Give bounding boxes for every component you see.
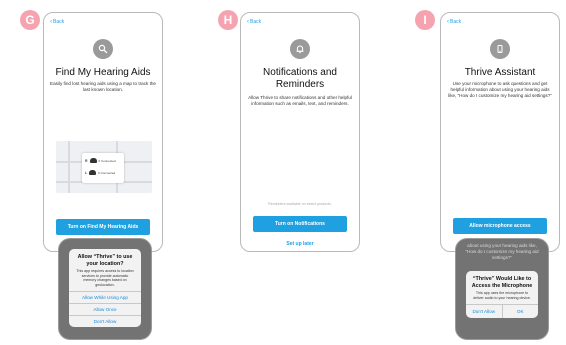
- step-badge: G: [20, 10, 40, 30]
- map-device-card: R 0 Connected L 0 Connected: [82, 153, 124, 183]
- back-label: Back: [53, 19, 65, 25]
- availability-note: Reminders available on select products.: [268, 202, 332, 206]
- microphone-permission-zoom: about using your hearing aids like, “How…: [455, 238, 549, 340]
- back-label: Back: [250, 19, 262, 25]
- device-status: 0 Connected: [98, 158, 116, 163]
- allow-once-button[interactable]: Allow Once: [69, 303, 141, 315]
- phone-frame: ‹ Back Notifications and Reminders Allow…: [240, 12, 360, 252]
- page-description: Use your microphone to ask questions and…: [448, 81, 552, 98]
- hearing-aid-icon: [89, 170, 97, 175]
- dialog-body: This app requires access to location ser…: [76, 269, 134, 287]
- turn-on-notifications-button[interactable]: Turn on Notifications: [253, 216, 347, 232]
- dont-allow-button[interactable]: Don't Allow: [69, 315, 141, 327]
- ok-button[interactable]: OK: [501, 305, 539, 319]
- dialog-body: This app uses the microphone to deliver …: [473, 291, 531, 300]
- chevron-left-icon: ‹: [50, 18, 52, 25]
- device-side: R: [85, 158, 88, 163]
- page-title: Find My Hearing Aids: [55, 67, 151, 78]
- step-badge: I: [415, 10, 435, 30]
- allow-while-using-button[interactable]: Allow While Using App: [69, 291, 141, 303]
- back-button[interactable]: ‹ Back: [247, 18, 262, 26]
- phone-icon: [490, 39, 510, 59]
- microphone-permission-dialog: “Thrive” Would Like to Access the Microp…: [466, 271, 539, 319]
- back-button[interactable]: ‹ Back: [50, 18, 65, 26]
- location-permission-dialog: Allow “Thrive” to use your location? Thi…: [69, 249, 141, 328]
- step-badge: H: [218, 10, 238, 30]
- page-description: Easily find lost hearing aids using a ma…: [50, 81, 156, 92]
- dialog-actions: Don't Allow OK: [466, 304, 539, 319]
- page-title: Notifications and Reminders: [263, 67, 337, 90]
- device-side: L: [85, 170, 88, 175]
- back-label: Back: [450, 19, 462, 25]
- dialog-title: Allow “Thrive” to use your location?: [77, 254, 133, 267]
- device-status: 0 Connected: [98, 170, 116, 175]
- page-description: Allow Thrive to share notifications and …: [248, 95, 352, 106]
- dialog-title: “Thrive” Would Like to Access the Microp…: [471, 276, 533, 289]
- list-item: L 0 Connected: [85, 170, 115, 175]
- hearing-aid-icon: [89, 158, 97, 163]
- location-permission-zoom: Allow “Thrive” to use your location? Thi…: [58, 238, 152, 340]
- zoom-background-text: about using your hearing aids like, “How…: [465, 243, 539, 260]
- bell-icon: [290, 39, 310, 59]
- page-title: Thrive Assistant: [464, 67, 536, 78]
- set-up-later-link[interactable]: Set up later: [241, 241, 359, 247]
- dont-allow-button[interactable]: Don't Allow: [466, 305, 502, 318]
- chevron-left-icon: ‹: [447, 18, 449, 25]
- location-map[interactable]: R 0 Connected L 0 Connected: [56, 141, 152, 193]
- phone-frame: ‹ Back Thrive Assistant Use your microph…: [440, 12, 560, 252]
- search-icon: [93, 39, 113, 59]
- list-item: R 0 Connected: [85, 158, 116, 163]
- phone-frame: ‹ Back Find My Hearing Aids Easily find …: [43, 12, 163, 252]
- turn-on-find-button[interactable]: Turn on Find My Hearing Aids: [56, 219, 150, 235]
- allow-microphone-button[interactable]: Allow microphone access: [453, 218, 547, 234]
- chevron-left-icon: ‹: [247, 18, 249, 25]
- back-button[interactable]: ‹ Back: [447, 18, 462, 26]
